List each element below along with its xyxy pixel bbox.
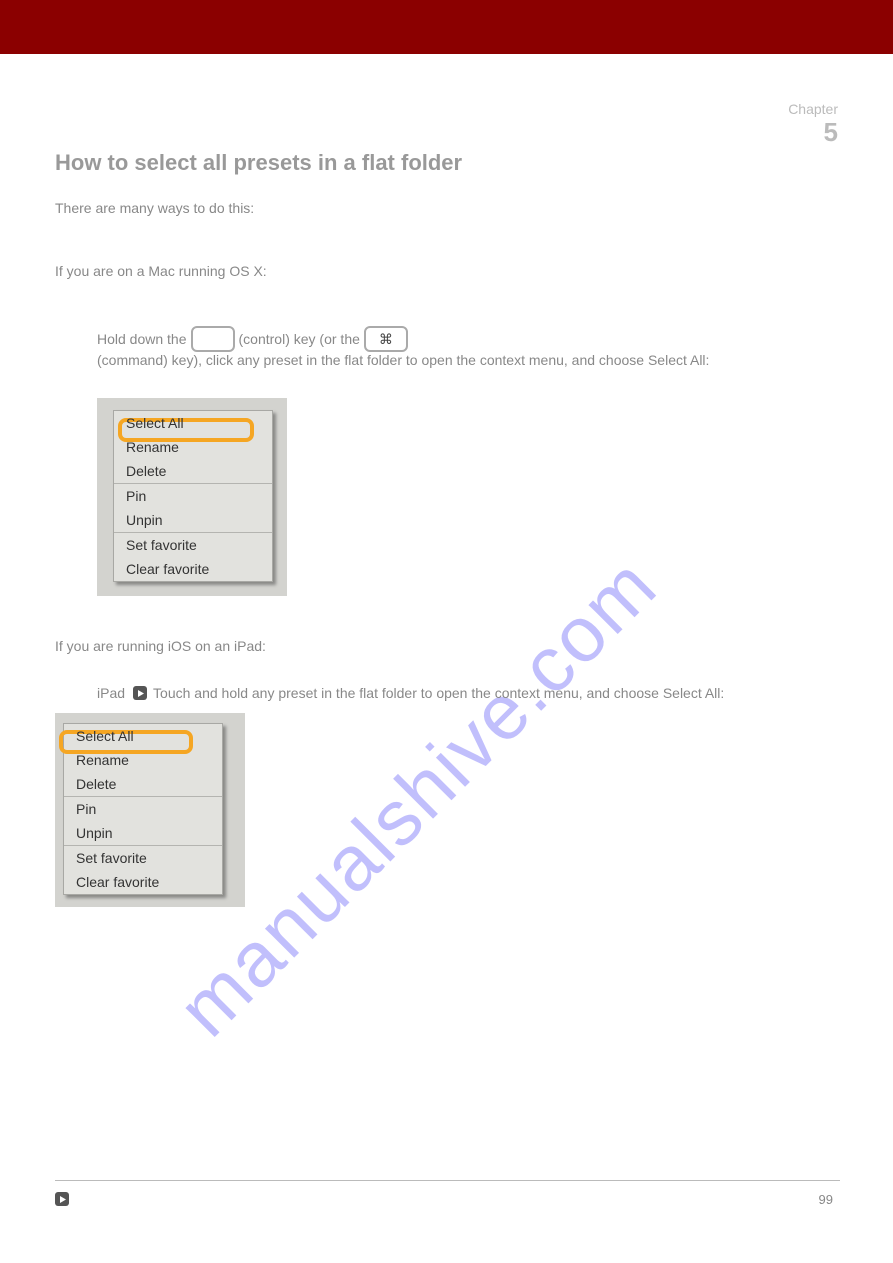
expand-toggle-icon[interactable] (133, 686, 147, 700)
context-menu-figure-2: Select All Rename Delete Pin Unpin Set f… (55, 713, 245, 907)
intro-text: There are many ways to do this: (55, 198, 840, 219)
menu-item-delete[interactable]: Delete (114, 459, 272, 483)
mac-step-line: Hold down the (control) key (or the ⌘ (c… (97, 326, 840, 368)
section-heading: How to select all presets in a flat fold… (55, 150, 840, 176)
menu-item-set-favorite[interactable]: Set favorite (114, 533, 272, 557)
play-icon (59, 1196, 66, 1203)
chapter-number: 5 (788, 117, 838, 148)
context-menu-2: Select All Rename Delete Pin Unpin Set f… (63, 723, 223, 895)
context-menu-1: Select All Rename Delete Pin Unpin Set f… (113, 410, 273, 582)
footer-expand-icon[interactable] (55, 1192, 69, 1206)
top-banner (0, 0, 893, 54)
menu-item-clear-favorite-2[interactable]: Clear favorite (64, 870, 222, 894)
ipad-intro: If you are running iOS on an iPad: (55, 636, 840, 657)
context-menu-figure-1: Select All Rename Delete Pin Unpin Set f… (97, 398, 287, 596)
chapter-label-block: Chapter 5 (788, 101, 838, 148)
command-key-icon: ⌘ (364, 326, 408, 352)
footer-separator (55, 1180, 840, 1181)
ipad-step-text: Touch and hold any preset in the flat fo… (153, 685, 724, 701)
menu-item-delete-2[interactable]: Delete (64, 772, 222, 796)
menu-item-clear-favorite[interactable]: Clear favorite (114, 557, 272, 581)
menu-item-set-favorite-2[interactable]: Set favorite (64, 846, 222, 870)
menu-item-unpin[interactable]: Unpin (114, 508, 272, 532)
menu-item-select-all[interactable]: Select All (114, 411, 272, 435)
mac-step-text-1: Hold down the (97, 331, 187, 347)
menu-item-select-all-2[interactable]: Select All (64, 724, 222, 748)
ctrl-key-icon (191, 326, 235, 352)
menu-item-pin[interactable]: Pin (114, 484, 272, 508)
page-number: 99 (819, 1192, 833, 1207)
mac-step-text-2: (control) key (or the (239, 331, 360, 347)
ipad-toggle-label: iPad (97, 685, 125, 701)
menu-item-unpin-2[interactable]: Unpin (64, 821, 222, 845)
menu-item-pin-2[interactable]: Pin (64, 797, 222, 821)
mac-step-text-3: (command) key), click any preset in the … (97, 352, 709, 368)
main-content: How to select all presets in a flat fold… (55, 150, 840, 907)
menu-item-rename[interactable]: Rename (114, 435, 272, 459)
play-icon (137, 690, 144, 697)
chapter-label: Chapter (788, 101, 838, 117)
mac-intro: If you are on a Mac running OS X: (55, 261, 840, 282)
menu-item-rename-2[interactable]: Rename (64, 748, 222, 772)
